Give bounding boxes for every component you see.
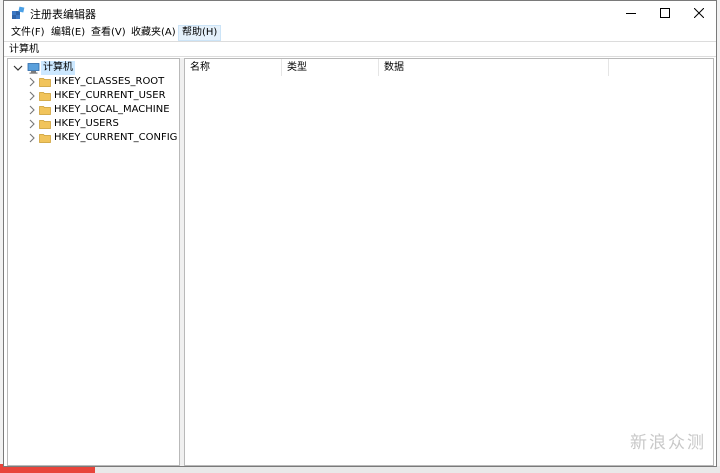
registry-editor-window: 注册表编辑器 文件(F) 编辑(E) 查看(V) 收藏夹(A) 帮助(H) 计算… bbox=[3, 0, 717, 467]
tree-item-label[interactable]: HKEY_CLASSES_ROOT bbox=[54, 75, 164, 89]
address-bar[interactable]: 计算机 bbox=[4, 41, 716, 57]
window-title: 注册表编辑器 bbox=[30, 8, 96, 21]
folder-icon bbox=[39, 92, 51, 101]
folder-icon bbox=[39, 120, 51, 129]
tree-item-hkey-users[interactable]: HKEY_USERS bbox=[8, 117, 178, 131]
tree-item-label[interactable]: HKEY_USERS bbox=[54, 117, 119, 131]
menu-favorites[interactable]: 收藏夹(A) bbox=[128, 25, 179, 41]
menu-bar: 文件(F) 编辑(E) 查看(V) 收藏夹(A) 帮助(H) bbox=[4, 25, 716, 41]
tree-item-label[interactable]: HKEY_CURRENT_USER bbox=[54, 89, 166, 103]
menu-view[interactable]: 查看(V) bbox=[88, 25, 129, 41]
close-button[interactable] bbox=[682, 1, 716, 25]
tree-item-label[interactable]: HKEY_LOCAL_MACHINE bbox=[54, 103, 170, 117]
tree-item-hkey-local-machine[interactable]: HKEY_LOCAL_MACHINE bbox=[8, 103, 178, 117]
minimize-button[interactable] bbox=[614, 1, 648, 25]
tree-root-row[interactable]: 计算机 bbox=[8, 61, 178, 75]
address-path[interactable]: 计算机 bbox=[9, 43, 39, 56]
chevron-right-icon[interactable] bbox=[27, 118, 37, 130]
background-bottom-edge bbox=[0, 466, 720, 473]
column-header-type[interactable]: 类型 bbox=[282, 59, 379, 76]
column-header-name[interactable]: 名称 bbox=[185, 59, 282, 76]
tree-item-hkey-classes-root[interactable]: HKEY_CLASSES_ROOT bbox=[8, 75, 178, 89]
chevron-right-icon[interactable] bbox=[27, 104, 37, 116]
column-header-data[interactable]: 数据 bbox=[379, 59, 609, 76]
registry-editor-app-icon bbox=[12, 6, 25, 19]
minimize-icon bbox=[626, 13, 636, 14]
values-list-pane[interactable]: 名称 类型 数据 bbox=[184, 58, 714, 466]
maximize-icon bbox=[660, 8, 670, 18]
maximize-button[interactable] bbox=[648, 1, 682, 25]
menu-edit[interactable]: 编辑(E) bbox=[48, 25, 88, 41]
watermark: 新浪众测 bbox=[630, 433, 706, 453]
tree-pane[interactable]: 计算机 HKEY_CLASSES_ROOT HKEY_CURRENT_USER … bbox=[7, 58, 180, 466]
folder-icon bbox=[39, 78, 51, 87]
chevron-right-icon[interactable] bbox=[27, 90, 37, 102]
title-bar[interactable]: 注册表编辑器 bbox=[4, 1, 716, 25]
close-icon bbox=[694, 8, 704, 18]
tree-item-hkey-current-user[interactable]: HKEY_CURRENT_USER bbox=[8, 89, 178, 103]
menu-file[interactable]: 文件(F) bbox=[8, 25, 48, 41]
chevron-right-icon[interactable] bbox=[27, 132, 37, 144]
chevron-right-icon[interactable] bbox=[27, 76, 37, 88]
menu-help[interactable]: 帮助(H) bbox=[178, 25, 222, 41]
chevron-down-icon[interactable] bbox=[13, 62, 23, 74]
tree-item-label[interactable]: HKEY_CURRENT_CONFIG bbox=[54, 131, 177, 145]
computer-icon bbox=[27, 63, 40, 74]
tree-item-hkey-current-config[interactable]: HKEY_CURRENT_CONFIG bbox=[8, 131, 178, 145]
folder-icon bbox=[39, 106, 51, 115]
folder-icon bbox=[39, 134, 51, 143]
tree-root-label[interactable]: 计算机 bbox=[41, 61, 75, 75]
